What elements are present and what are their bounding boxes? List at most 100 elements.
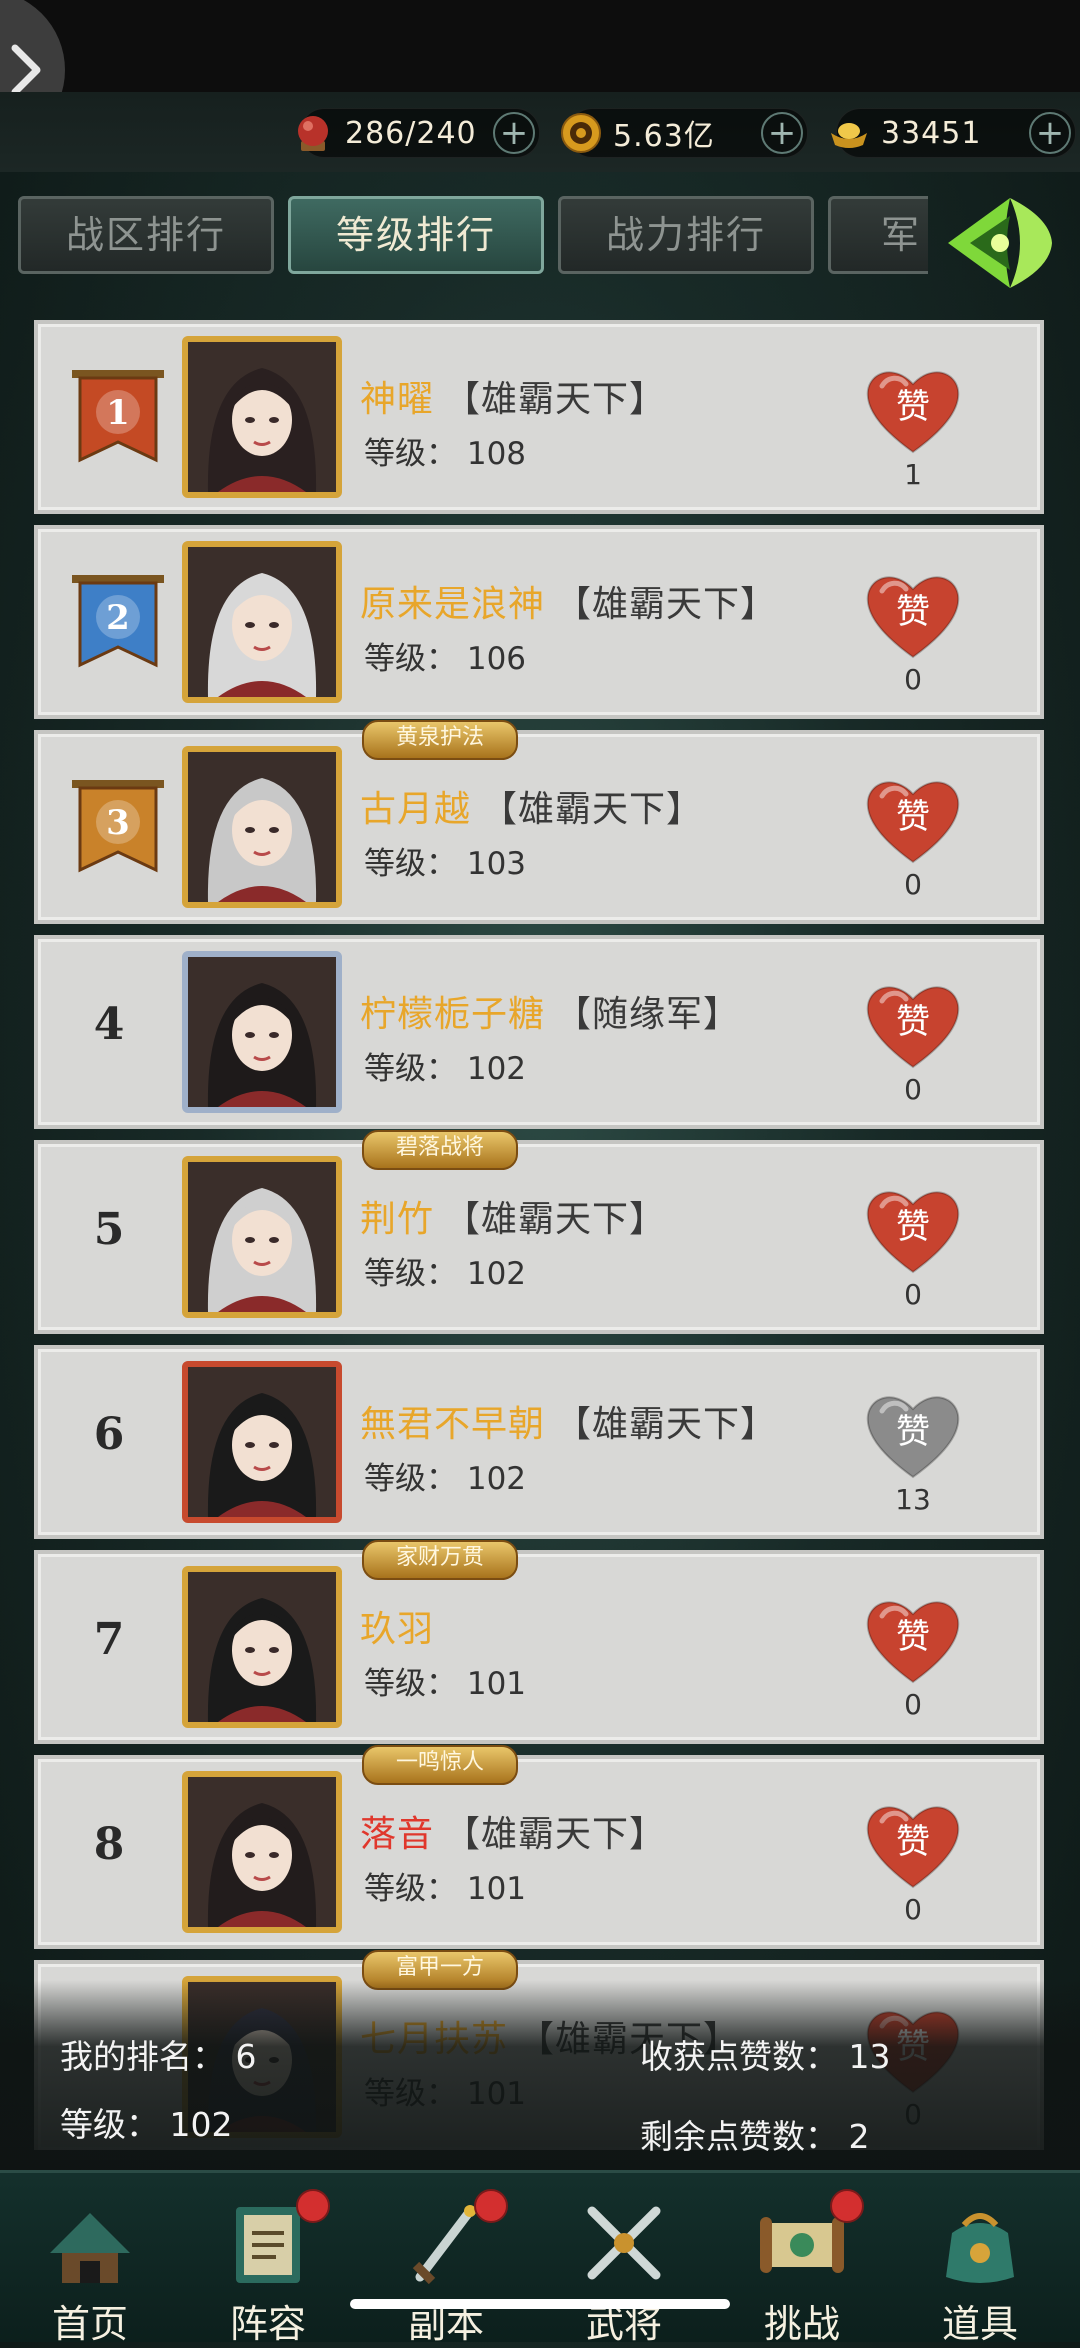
like-heart-button[interactable]: 赞 bbox=[864, 1594, 962, 1686]
nav-item[interactable]: 道具 bbox=[900, 2173, 1060, 2346]
status-bar bbox=[0, 0, 1080, 92]
red-orb-icon bbox=[298, 116, 328, 151]
received-likes-value: 13 bbox=[848, 2037, 891, 2076]
player-guild: 【雄霸天下】 bbox=[481, 789, 704, 830]
player-name-line: 原来是浪神 【雄霸天下】 bbox=[360, 575, 777, 627]
my-level-info: 等级： 102 bbox=[60, 2098, 233, 2146]
crossed-swords-icon bbox=[587, 2206, 661, 2280]
ranking-row[interactable]: 3 黄泉护法 古月越 【雄霸天下】 等级： 103 赞 0 bbox=[34, 720, 1044, 924]
item-bag-icon bbox=[946, 2213, 1014, 2283]
tab-zone-ranking[interactable]: 战区排行 bbox=[18, 196, 274, 274]
ranking-row[interactable]: 2 原来是浪神 【雄霸天下】 等级： 106 赞 0 bbox=[34, 525, 1044, 719]
ranking-tabs: 战区排行 等级排行 战力排行 军 bbox=[18, 196, 928, 276]
my-level-value: 102 bbox=[169, 2105, 233, 2144]
player-name: 柠檬栀子糖 bbox=[360, 994, 546, 1035]
player-name: 古月越 bbox=[360, 789, 472, 830]
player-level-line: 等级： 108 bbox=[364, 428, 526, 473]
like-heart-button[interactable]: 赞 bbox=[864, 569, 962, 661]
scroll-tabs-emblem-icon[interactable] bbox=[940, 188, 1060, 298]
title-badge: 黄泉护法 bbox=[362, 720, 518, 760]
portrait-icon bbox=[188, 1777, 336, 1927]
remaining-likes-info: 剩余点赞数： 2 bbox=[640, 2110, 870, 2158]
received-likes-info: 收获点赞数： 13 bbox=[640, 2030, 891, 2078]
tab-power-ranking[interactable]: 战力排行 bbox=[558, 196, 814, 274]
add-stamina-button[interactable]: + bbox=[493, 112, 535, 154]
notification-badge bbox=[296, 2189, 330, 2223]
rank-number: 5 bbox=[93, 1204, 125, 1255]
player-avatar[interactable] bbox=[182, 1361, 342, 1523]
player-avatar[interactable] bbox=[182, 336, 342, 498]
nav-label: 挑战 bbox=[763, 2302, 840, 2346]
home-indicator bbox=[350, 2299, 730, 2309]
bottom-nav: 首页 阵容 副本 武将 挑战 道具 bbox=[0, 2170, 1080, 2346]
portrait-icon bbox=[188, 1367, 336, 1517]
resource-stamina: 286/240 + bbox=[298, 108, 540, 158]
player-level-label: 等级： bbox=[364, 641, 457, 677]
ranking-row[interactable]: 6 無君不早朝 【雄霸天下】 等级： 102 赞 13 bbox=[34, 1345, 1044, 1539]
stamina-value: 286/240 bbox=[345, 115, 477, 151]
rank-number: 2 bbox=[106, 598, 130, 638]
nav-item[interactable]: 武将 bbox=[544, 2173, 704, 2346]
player-level: 108 bbox=[466, 436, 527, 472]
player-avatar[interactable] bbox=[182, 746, 342, 908]
portrait-icon bbox=[188, 752, 336, 902]
like-count: 0 bbox=[904, 1688, 922, 1721]
ranking-row[interactable]: 1 神曜 【雄霸天下】 等级： 108 赞 1 bbox=[34, 320, 1044, 514]
player-level-label: 等级： bbox=[364, 1256, 457, 1292]
like-heart-button[interactable]: 赞 bbox=[864, 1389, 962, 1481]
rank-number: 1 bbox=[106, 393, 130, 433]
player-level-line: 等级： 101 bbox=[364, 1658, 526, 1703]
player-guild: 【雄霸天下】 bbox=[555, 584, 778, 625]
player-avatar[interactable] bbox=[182, 951, 342, 1113]
ranking-row[interactable]: 7 家财万贯 玖羽 等级： 101 赞 0 bbox=[34, 1540, 1044, 1744]
ranking-row[interactable]: 5 碧落战将 荆竹 【雄霸天下】 等级： 102 赞 0 bbox=[34, 1130, 1044, 1334]
like-heart-button[interactable]: 赞 bbox=[864, 774, 962, 866]
my-rank-label: 我的排名： bbox=[60, 2037, 225, 2076]
player-level-label: 等级： bbox=[364, 1051, 457, 1087]
player-guild: 【雄霸天下】 bbox=[555, 1404, 778, 1445]
player-guild: 【雄霸天下】 bbox=[444, 1199, 667, 1240]
notification-badge bbox=[830, 2189, 864, 2223]
like-label: 赞 bbox=[896, 1617, 930, 1657]
like-heart-button[interactable]: 赞 bbox=[864, 1799, 962, 1891]
title-badge: 一鸣惊人 bbox=[362, 1745, 518, 1785]
ranking-row[interactable]: 8 一鸣惊人 落音 【雄霸天下】 等级： 101 赞 0 bbox=[34, 1745, 1044, 1949]
like-count: 1 bbox=[904, 458, 922, 491]
player-avatar[interactable] bbox=[182, 1156, 342, 1318]
received-likes-label: 收获点赞数： bbox=[640, 2037, 838, 2076]
player-avatar[interactable] bbox=[182, 1771, 342, 1933]
rank-number: 6 bbox=[93, 1409, 125, 1460]
player-avatar[interactable] bbox=[182, 541, 342, 703]
remaining-likes-label: 剩余点赞数： bbox=[640, 2117, 838, 2156]
like-heart-button[interactable]: 赞 bbox=[864, 979, 962, 1071]
ranking-row[interactable]: 4 柠檬栀子糖 【随缘军】 等级： 102 赞 0 bbox=[34, 935, 1044, 1129]
portrait-icon bbox=[188, 1162, 336, 1312]
chevron-right-icon bbox=[11, 44, 41, 96]
title-badge: 家财万贯 bbox=[362, 1540, 518, 1580]
like-heart-button[interactable]: 赞 bbox=[864, 364, 962, 456]
player-name-line: 柠檬栀子糖 【随缘军】 bbox=[360, 985, 740, 1037]
add-coins-button[interactable]: + bbox=[761, 112, 803, 154]
like-count: 0 bbox=[904, 663, 922, 696]
player-name: 神曜 bbox=[360, 379, 435, 420]
my-rank-info: 我的排名： 6 bbox=[60, 2030, 257, 2078]
player-level-line: 等级： 106 bbox=[364, 633, 526, 678]
tab-legion-ranking[interactable]: 军 bbox=[828, 196, 928, 274]
nav-item[interactable]: 挑战 bbox=[722, 2173, 882, 2346]
nav-item[interactable]: 阵容 bbox=[188, 2173, 348, 2346]
like-label: 赞 bbox=[896, 1822, 930, 1862]
like-heart-button[interactable]: 赞 bbox=[864, 1184, 962, 1276]
player-name: 落音 bbox=[360, 1814, 435, 1855]
tab-level-ranking[interactable]: 等级排行 bbox=[288, 196, 544, 274]
rank-number: 3 bbox=[106, 803, 130, 843]
player-avatar[interactable] bbox=[182, 1566, 342, 1728]
ranking-list[interactable]: 1 神曜 【雄霸天下】 等级： 108 赞 1 2 原来是浪神 【雄霸天下】 等… bbox=[34, 320, 1044, 2150]
nav-item[interactable]: 首页 bbox=[10, 2173, 170, 2346]
player-level-label: 等级： bbox=[364, 436, 457, 472]
home-pavilion-icon bbox=[50, 2213, 130, 2283]
nav-item[interactable]: 副本 bbox=[366, 2173, 526, 2346]
ingots-value: 33451 bbox=[881, 115, 982, 151]
gold-coin-icon bbox=[561, 113, 601, 153]
player-name-line: 無君不早朝 【雄霸天下】 bbox=[360, 1395, 777, 1447]
add-ingots-button[interactable]: + bbox=[1029, 112, 1071, 154]
